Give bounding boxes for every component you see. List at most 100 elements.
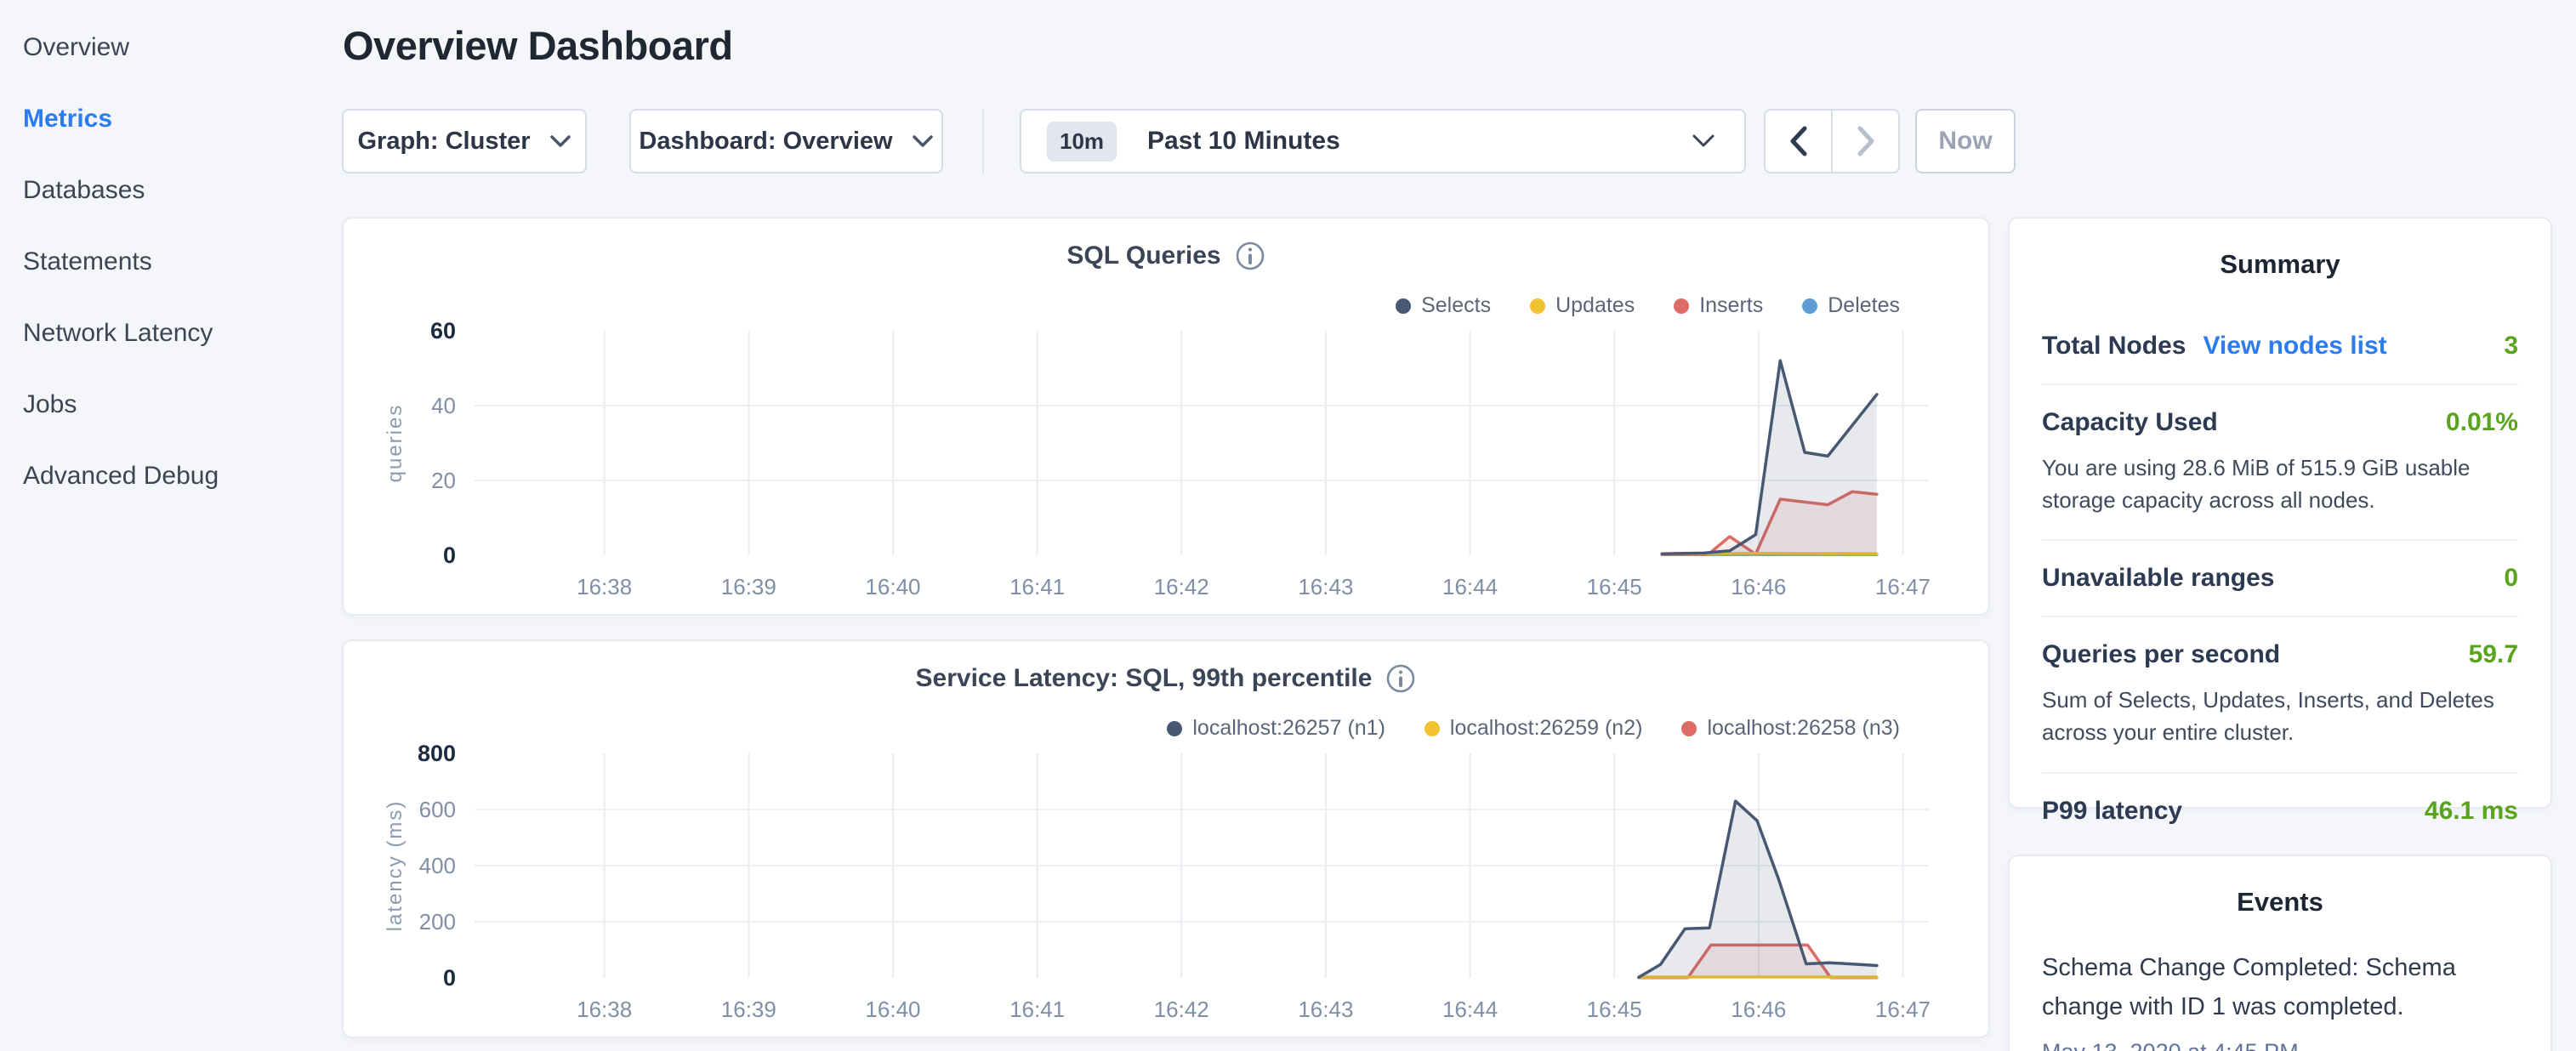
legend-label: localhost:26257 (n1)	[1192, 716, 1385, 741]
sidebar-item-databases[interactable]: Databases	[0, 155, 342, 226]
svg-text:0: 0	[443, 543, 456, 568]
summary-row-total-nodes: Total Nodes View nodes list 3	[2042, 309, 2518, 385]
sidebar: Overview Metrics Databases Statements Ne…	[0, 0, 342, 512]
sidebar-item-statements[interactable]: Statements	[0, 226, 342, 298]
event-timestamp: May 13, 2020 at 4:45 PM	[2042, 1039, 2518, 1051]
svg-text:200: 200	[419, 909, 456, 935]
page-title: Overview Dashboard	[343, 22, 733, 69]
legend-label: Deletes	[1828, 293, 1900, 318]
legend-label: Inserts	[1699, 293, 1763, 318]
svg-text:800: 800	[418, 741, 456, 766]
time-range-label: Past 10 Minutes	[1147, 127, 1340, 156]
controls-row: Graph: Cluster Dashboard: Overview 10m P…	[342, 109, 2016, 173]
info-icon[interactable]	[1385, 663, 1416, 694]
legend-label: Selects	[1421, 293, 1491, 318]
svg-text:600: 600	[419, 797, 456, 822]
summary-row-value: 46.1 ms	[2425, 797, 2518, 826]
svg-text:16:43: 16:43	[1298, 997, 1353, 1022]
legend-label: localhost:26259 (n2)	[1450, 716, 1643, 741]
svg-text:16:45: 16:45	[1587, 997, 1642, 1022]
summary-row-capacity-used: Capacity Used 0.01% You are using 28.6 M…	[2042, 385, 2518, 541]
legend-dot	[1167, 721, 1182, 736]
legend-item[interactable]: Selects	[1396, 293, 1491, 318]
svg-text:16:41: 16:41	[1009, 574, 1065, 599]
next-interval-button[interactable]	[1833, 111, 1898, 172]
legend-label: localhost:26258 (n3)	[1707, 716, 1900, 741]
legend-dot	[1674, 298, 1689, 314]
legend-item[interactable]: localhost:26257 (n1)	[1167, 716, 1385, 741]
summary-row-label: Total Nodes	[2042, 332, 2186, 361]
summary-row-value: 0.01%	[2446, 408, 2518, 437]
chart-legend: localhost:26257 (n1) localhost:26259 (n2)…	[1167, 716, 1900, 741]
sidebar-item-advanced-debug[interactable]: Advanced Debug	[0, 440, 342, 512]
summary-row-label: Unavailable ranges	[2042, 564, 2274, 593]
svg-text:16:46: 16:46	[1731, 574, 1786, 599]
previous-interval-button[interactable]	[1766, 111, 1833, 172]
legend-dot	[1530, 298, 1545, 314]
svg-text:16:41: 16:41	[1009, 997, 1065, 1022]
summary-card: Summary Total Nodes View nodes list 3 Ca…	[2008, 217, 2552, 809]
events-title: Events	[2042, 887, 2518, 917]
legend-item[interactable]: localhost:26259 (n2)	[1424, 716, 1643, 741]
svg-text:16:44: 16:44	[1442, 997, 1498, 1022]
svg-text:16:40: 16:40	[865, 574, 920, 599]
svg-text:16:44: 16:44	[1442, 574, 1498, 599]
now-button[interactable]: Now	[1915, 109, 2016, 173]
svg-text:16:40: 16:40	[865, 997, 920, 1022]
legend-label: Updates	[1555, 293, 1635, 318]
svg-text:16:39: 16:39	[721, 574, 776, 599]
view-nodes-list-link[interactable]: View nodes list	[2203, 332, 2386, 361]
summary-row-description: You are using 28.6 MiB of 515.9 GiB usab…	[2042, 452, 2518, 516]
controls-divider	[982, 109, 984, 173]
legend-item[interactable]: Updates	[1530, 293, 1635, 318]
summary-row-queries-per-second: Queries per second 59.7 Sum of Selects, …	[2042, 617, 2518, 773]
sidebar-item-jobs[interactable]: Jobs	[0, 369, 342, 440]
graph-dropdown[interactable]: Graph: Cluster	[342, 109, 587, 173]
event-list-item[interactable]: Schema Change Completed: Schema change w…	[2042, 948, 2518, 1051]
chevron-down-icon	[1692, 134, 1715, 149]
chart-legend: Selects Updates Inserts Deletes	[1396, 293, 1900, 318]
time-range-badge: 10m	[1047, 122, 1117, 162]
sidebar-item-network-latency[interactable]: Network Latency	[0, 298, 342, 369]
legend-item[interactable]: Deletes	[1802, 293, 1900, 318]
sidebar-item-metrics[interactable]: Metrics	[0, 83, 342, 155]
svg-text:40: 40	[431, 393, 456, 418]
sql-queries-chart: 16:3816:3916:4016:4116:4216:4316:4416:45…	[372, 319, 1963, 608]
service-latency-chart: 16:38 16:39 16:40 16:41 16:42 16:43 16:44 16:45…	[372, 741, 1963, 1031]
svg-text:16:42: 16:42	[1154, 997, 1209, 1022]
svg-text:16:47: 16:47	[1875, 997, 1931, 1022]
summary-row-p99-latency: P99 latency 46.1 ms	[2042, 774, 2518, 849]
svg-text:16:47: 16:47	[1875, 574, 1931, 599]
info-icon[interactable]	[1235, 241, 1265, 271]
summary-row-description: Sum of Selects, Updates, Inserts, and De…	[2042, 685, 2518, 748]
events-card: Events Schema Change Completed: Schema c…	[2008, 855, 2552, 1051]
event-text: Schema Change Completed: Schema change w…	[2042, 948, 2518, 1027]
dashboard-dropdown[interactable]: Dashboard: Overview	[629, 109, 943, 173]
summary-row-label: Capacity Used	[2042, 408, 2218, 437]
summary-row-value: 3	[2504, 332, 2518, 361]
legend-item[interactable]: localhost:26258 (n3)	[1681, 716, 1900, 741]
time-range-selector[interactable]: 10m Past 10 Minutes	[1020, 109, 1746, 173]
time-step-buttons	[1764, 109, 1900, 173]
svg-text:16:46: 16:46	[1731, 997, 1786, 1022]
svg-text:16:38: 16:38	[577, 574, 632, 599]
sql-queries-panel: SQL Queries Selects Updates Inserts Deletes…	[342, 217, 1990, 616]
svg-text:16:38: 16:38	[577, 997, 632, 1022]
legend-dot	[1424, 721, 1440, 736]
chart-title: SQL Queries	[1066, 241, 1220, 270]
summary-title: Summary	[2042, 249, 2518, 280]
svg-text:20: 20	[431, 468, 456, 493]
svg-text:400: 400	[419, 853, 456, 878]
svg-text:16:39: 16:39	[721, 997, 776, 1022]
legend-dot	[1681, 721, 1697, 736]
summary-row-label: P99 latency	[2042, 797, 2182, 826]
chart-title: Service Latency: SQL, 99th percentile	[916, 664, 1373, 693]
svg-text:latency (ms): latency (ms)	[384, 800, 407, 932]
svg-text:16:43: 16:43	[1298, 574, 1353, 599]
chevron-down-icon	[549, 134, 571, 148]
sidebar-item-overview[interactable]: Overview	[0, 12, 342, 83]
dashboard-dropdown-label: Dashboard: Overview	[639, 128, 892, 156]
legend-item[interactable]: Inserts	[1674, 293, 1763, 318]
summary-row-value: 59.7	[2469, 640, 2518, 669]
chevron-left-icon	[1789, 126, 1808, 156]
